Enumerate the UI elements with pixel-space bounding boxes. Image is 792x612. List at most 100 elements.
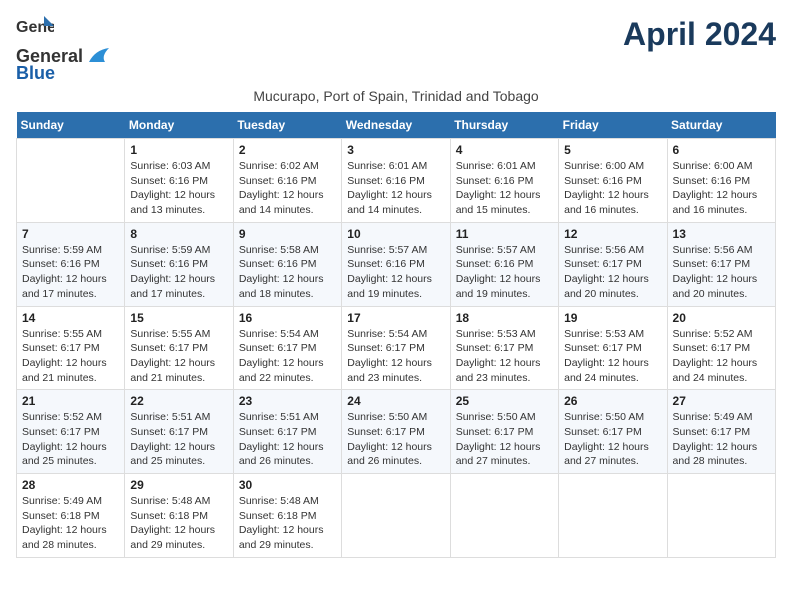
calendar-week-row: 1Sunrise: 6:03 AM Sunset: 6:16 PM Daylig…	[17, 139, 776, 223]
day-number: 30	[239, 478, 336, 492]
day-info: Sunrise: 6:00 AM Sunset: 6:16 PM Dayligh…	[673, 159, 770, 218]
calendar-cell: 22Sunrise: 5:51 AM Sunset: 6:17 PM Dayli…	[125, 390, 233, 474]
day-number: 2	[239, 143, 336, 157]
day-number: 20	[673, 311, 770, 325]
day-info: Sunrise: 5:58 AM Sunset: 6:16 PM Dayligh…	[239, 243, 336, 302]
day-number: 21	[22, 394, 119, 408]
day-number: 4	[456, 143, 553, 157]
day-info: Sunrise: 5:49 AM Sunset: 6:17 PM Dayligh…	[673, 410, 770, 469]
day-info: Sunrise: 5:52 AM Sunset: 6:17 PM Dayligh…	[22, 410, 119, 469]
calendar-week-row: 28Sunrise: 5:49 AM Sunset: 6:18 PM Dayli…	[17, 474, 776, 558]
day-number: 14	[22, 311, 119, 325]
day-number: 1	[130, 143, 227, 157]
calendar-cell: 5 Sunrise: 6:00 AM Sunset: 6:16 PM Daylig…	[559, 139, 667, 223]
day-number: 26	[564, 394, 661, 408]
day-number: 7	[22, 227, 119, 241]
day-of-week-header: Friday	[559, 112, 667, 139]
logo-bird-icon	[87, 48, 109, 66]
logo-icon: General	[16, 16, 54, 46]
calendar-cell: 4 Sunrise: 6:01 AM Sunset: 6:16 PM Daylig…	[450, 139, 558, 223]
page-header: General General Blue April 2024	[16, 16, 776, 84]
calendar-cell: 25Sunrise: 5:50 AM Sunset: 6:17 PM Dayli…	[450, 390, 558, 474]
day-info: Sunrise: 5:55 AM Sunset: 6:17 PM Dayligh…	[130, 327, 227, 386]
calendar-cell: 3 Sunrise: 6:01 AM Sunset: 6:16 PM Daylig…	[342, 139, 450, 223]
calendar-cell: 24 Sunrise: 5:50 AM Sunset: 6:17 PM Dayli…	[342, 390, 450, 474]
calendar-cell: 15 Sunrise: 5:55 AM Sunset: 6:17 PM Dayli…	[125, 306, 233, 390]
calendar-cell: 21 Sunrise: 5:52 AM Sunset: 6:17 PM Dayli…	[17, 390, 125, 474]
calendar-table: SundayMondayTuesdayWednesdayThursdayFrid…	[16, 112, 776, 558]
day-info: Sunrise: 5:55 AM Sunset: 6:17 PM Dayligh…	[22, 327, 119, 386]
day-info: Sunrise: 5:54 AM Sunset: 6:17 PM Dayligh…	[239, 327, 336, 386]
day-number: 6	[673, 143, 770, 157]
day-info: Sunrise: 6:02 AM Sunset: 6:16 PM Dayligh…	[239, 159, 336, 218]
day-of-week-header: Monday	[125, 112, 233, 139]
day-number: 17	[347, 311, 444, 325]
calendar-cell: 16 Sunrise: 5:54 AM Sunset: 6:17 PM Dayli…	[233, 306, 341, 390]
day-number: 29	[130, 478, 227, 492]
day-info: Sunrise: 5:50 AM Sunset: 6:17 PM Dayligh…	[347, 410, 444, 469]
day-info: Sunrise: 6:00 AM Sunset: 6:16 PM Dayligh…	[564, 159, 661, 218]
day-info: Sunrise: 5:51 AM Sunset: 6:17 PM Dayligh…	[130, 410, 227, 469]
calendar-cell: 17 Sunrise: 5:54 AM Sunset: 6:17 PM Dayli…	[342, 306, 450, 390]
calendar-cell: 19 Sunrise: 5:53 AM Sunset: 6:17 PM Dayli…	[559, 306, 667, 390]
calendar-cell: 23Sunrise: 5:51 AM Sunset: 6:17 PM Dayli…	[233, 390, 341, 474]
day-info: Sunrise: 5:54 AM Sunset: 6:17 PM Dayligh…	[347, 327, 444, 386]
calendar-cell	[559, 474, 667, 558]
day-number: 23	[239, 394, 336, 408]
calendar-cell: 8 Sunrise: 5:59 AM Sunset: 6:16 PM Daylig…	[125, 222, 233, 306]
calendar-cell: 29Sunrise: 5:48 AM Sunset: 6:18 PM Dayli…	[125, 474, 233, 558]
calendar-body: 1Sunrise: 6:03 AM Sunset: 6:16 PM Daylig…	[17, 139, 776, 558]
day-number: 12	[564, 227, 661, 241]
day-info: Sunrise: 5:53 AM Sunset: 6:17 PM Dayligh…	[564, 327, 661, 386]
calendar-cell: 13 Sunrise: 5:56 AM Sunset: 6:17 PM Dayli…	[667, 222, 775, 306]
day-number: 16	[239, 311, 336, 325]
calendar-cell	[342, 474, 450, 558]
calendar-week-row: 14 Sunrise: 5:55 AM Sunset: 6:17 PM Dayli…	[17, 306, 776, 390]
calendar-cell: 26 Sunrise: 5:50 AM Sunset: 6:17 PM Dayli…	[559, 390, 667, 474]
day-info: Sunrise: 5:59 AM Sunset: 6:16 PM Dayligh…	[130, 243, 227, 302]
day-info: Sunrise: 5:59 AM Sunset: 6:16 PM Dayligh…	[22, 243, 119, 302]
month-title: April 2024	[623, 16, 776, 53]
day-number: 24	[347, 394, 444, 408]
calendar-cell: 30 Sunrise: 5:48 AM Sunset: 6:18 PM Dayli…	[233, 474, 341, 558]
calendar-cell: 18Sunrise: 5:53 AM Sunset: 6:17 PM Dayli…	[450, 306, 558, 390]
calendar-cell: 9 Sunrise: 5:58 AM Sunset: 6:16 PM Daylig…	[233, 222, 341, 306]
day-number: 15	[130, 311, 227, 325]
day-info: Sunrise: 5:50 AM Sunset: 6:17 PM Dayligh…	[564, 410, 661, 469]
day-number: 27	[673, 394, 770, 408]
day-of-week-header: Tuesday	[233, 112, 341, 139]
calendar-cell: 11Sunrise: 5:57 AM Sunset: 6:16 PM Dayli…	[450, 222, 558, 306]
day-number: 13	[673, 227, 770, 241]
day-info: Sunrise: 5:52 AM Sunset: 6:17 PM Dayligh…	[673, 327, 770, 386]
day-info: Sunrise: 5:57 AM Sunset: 6:16 PM Dayligh…	[456, 243, 553, 302]
calendar-cell: 14 Sunrise: 5:55 AM Sunset: 6:17 PM Dayli…	[17, 306, 125, 390]
day-of-week-header: Sunday	[17, 112, 125, 139]
day-info: Sunrise: 6:01 AM Sunset: 6:16 PM Dayligh…	[456, 159, 553, 218]
calendar-cell: 12Sunrise: 5:56 AM Sunset: 6:17 PM Dayli…	[559, 222, 667, 306]
logo: General General Blue	[16, 16, 109, 84]
calendar-cell	[667, 474, 775, 558]
day-info: Sunrise: 5:57 AM Sunset: 6:16 PM Dayligh…	[347, 243, 444, 302]
day-number: 19	[564, 311, 661, 325]
calendar-cell	[17, 139, 125, 223]
page-subtitle: Mucurapo, Port of Spain, Trinidad and To…	[16, 88, 776, 104]
day-info: Sunrise: 5:53 AM Sunset: 6:17 PM Dayligh…	[456, 327, 553, 386]
day-of-week-header: Saturday	[667, 112, 775, 139]
day-number: 5	[564, 143, 661, 157]
day-number: 9	[239, 227, 336, 241]
calendar-cell: 28Sunrise: 5:49 AM Sunset: 6:18 PM Dayli…	[17, 474, 125, 558]
day-number: 25	[456, 394, 553, 408]
day-info: Sunrise: 6:01 AM Sunset: 6:16 PM Dayligh…	[347, 159, 444, 218]
day-number: 28	[22, 478, 119, 492]
day-of-week-header: Thursday	[450, 112, 558, 139]
calendar-cell: 27 Sunrise: 5:49 AM Sunset: 6:17 PM Dayli…	[667, 390, 775, 474]
day-info: Sunrise: 5:48 AM Sunset: 6:18 PM Dayligh…	[239, 494, 336, 553]
day-info: Sunrise: 5:56 AM Sunset: 6:17 PM Dayligh…	[673, 243, 770, 302]
day-number: 10	[347, 227, 444, 241]
days-of-week-row: SundayMondayTuesdayWednesdayThursdayFrid…	[17, 112, 776, 139]
calendar-cell: 2 Sunrise: 6:02 AM Sunset: 6:16 PM Daylig…	[233, 139, 341, 223]
day-number: 3	[347, 143, 444, 157]
calendar-cell: 20 Sunrise: 5:52 AM Sunset: 6:17 PM Dayli…	[667, 306, 775, 390]
logo-blue-text: Blue	[16, 63, 55, 84]
day-number: 8	[130, 227, 227, 241]
